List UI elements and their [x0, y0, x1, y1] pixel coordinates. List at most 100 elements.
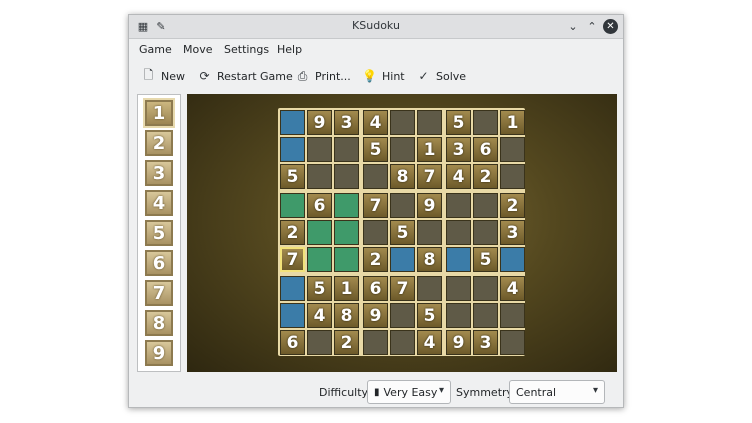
sudoku-cell[interactable] — [500, 164, 525, 189]
number-tile-5[interactable]: 5 — [145, 220, 173, 246]
maximize-icon[interactable]: ⌃ — [584, 18, 600, 34]
number-tile-8[interactable]: 8 — [145, 310, 173, 336]
sudoku-cell[interactable]: 3 — [500, 220, 525, 245]
sudoku-cell[interactable]: 7 — [390, 276, 415, 301]
sudoku-cell[interactable] — [500, 247, 525, 272]
sudoku-cell[interactable]: 3 — [473, 330, 498, 355]
sudoku-cell[interactable] — [390, 110, 415, 135]
sudoku-cell[interactable] — [500, 330, 525, 355]
sudoku-cell[interactable]: 5 — [280, 164, 305, 189]
number-tile-4[interactable]: 4 — [145, 190, 173, 216]
sudoku-cell[interactable] — [473, 220, 498, 245]
sudoku-cell[interactable]: 4 — [307, 303, 332, 328]
sudoku-cell[interactable] — [280, 110, 305, 135]
sudoku-cell[interactable]: 7 — [363, 193, 388, 218]
menu-game[interactable]: Game — [139, 43, 172, 56]
sudoku-cell[interactable] — [280, 137, 305, 162]
sudoku-cell[interactable] — [390, 330, 415, 355]
sudoku-cell[interactable]: 3 — [334, 110, 359, 135]
sudoku-cell[interactable] — [307, 164, 332, 189]
sudoku-cell[interactable] — [446, 247, 471, 272]
sudoku-cell[interactable]: 6 — [280, 330, 305, 355]
sudoku-cell[interactable]: 9 — [446, 330, 471, 355]
sudoku-cell[interactable] — [363, 330, 388, 355]
sudoku-cell[interactable] — [417, 110, 442, 135]
sudoku-cell[interactable] — [280, 193, 305, 218]
sudoku-cell[interactable] — [334, 247, 359, 272]
sudoku-cell[interactable] — [417, 276, 442, 301]
sudoku-cell[interactable] — [417, 220, 442, 245]
sudoku-cell[interactable] — [446, 276, 471, 301]
sudoku-cell[interactable] — [334, 164, 359, 189]
sudoku-cell[interactable]: 1 — [417, 137, 442, 162]
sudoku-cell[interactable] — [334, 193, 359, 218]
sudoku-cell[interactable]: 5 — [446, 110, 471, 135]
minimize-icon[interactable]: ⌄ — [565, 18, 581, 34]
sudoku-cell[interactable] — [473, 276, 498, 301]
sudoku-cell[interactable]: 2 — [334, 330, 359, 355]
sudoku-cell[interactable] — [307, 220, 332, 245]
print-button[interactable]: ⎙ Print... — [295, 67, 351, 85]
sudoku-cell[interactable]: 2 — [280, 220, 305, 245]
sudoku-cell[interactable]: 6 — [307, 193, 332, 218]
sudoku-cell[interactable] — [446, 193, 471, 218]
sudoku-cell[interactable]: 5 — [390, 220, 415, 245]
sudoku-cell[interactable]: 8 — [417, 247, 442, 272]
sudoku-cell[interactable] — [307, 247, 332, 272]
sudoku-cell[interactable] — [363, 164, 388, 189]
number-tile-6[interactable]: 6 — [145, 250, 173, 276]
sudoku-cell[interactable] — [280, 303, 305, 328]
symmetry-select[interactable]: Central ▾ — [509, 380, 605, 404]
sudoku-cell[interactable]: 9 — [417, 193, 442, 218]
sudoku-cell[interactable] — [390, 137, 415, 162]
difficulty-select[interactable]: ▮ Very Easy ▾ — [367, 380, 451, 404]
sudoku-cell[interactable]: 2 — [500, 193, 525, 218]
sudoku-cell[interactable]: 5 — [417, 303, 442, 328]
number-tile-1[interactable]: 1 — [143, 98, 175, 128]
sudoku-cell[interactable] — [390, 303, 415, 328]
number-tile-2[interactable]: 2 — [145, 130, 173, 156]
sudoku-cell[interactable]: 1 — [334, 276, 359, 301]
sudoku-cell[interactable]: 6 — [363, 276, 388, 301]
sudoku-cell[interactable] — [473, 193, 498, 218]
menu-settings[interactable]: Settings — [224, 43, 269, 56]
sudoku-cell[interactable] — [363, 220, 388, 245]
sudoku-cell[interactable]: 7 — [280, 247, 305, 272]
restart-game-button[interactable]: ⟳ Restart Game — [197, 67, 292, 85]
sudoku-cell[interactable]: 4 — [446, 164, 471, 189]
sudoku-cell[interactable] — [334, 220, 359, 245]
sudoku-cell[interactable]: 4 — [500, 276, 525, 301]
close-icon[interactable]: ✕ — [603, 19, 618, 34]
menu-help[interactable]: Help — [277, 43, 302, 56]
sudoku-cell[interactable]: 9 — [363, 303, 388, 328]
sudoku-cell[interactable]: 3 — [446, 137, 471, 162]
sudoku-cell[interactable]: 5 — [363, 137, 388, 162]
sudoku-cell[interactable]: 2 — [363, 247, 388, 272]
sudoku-cell[interactable] — [390, 247, 415, 272]
sudoku-cell[interactable] — [500, 303, 525, 328]
sudoku-cell[interactable]: 4 — [363, 110, 388, 135]
sudoku-cell[interactable] — [307, 137, 332, 162]
number-tile-3[interactable]: 3 — [145, 160, 173, 186]
sudoku-cell[interactable]: 6 — [473, 137, 498, 162]
sudoku-cell[interactable] — [500, 137, 525, 162]
sudoku-cell[interactable] — [307, 330, 332, 355]
sudoku-cell[interactable] — [473, 110, 498, 135]
sudoku-cell[interactable]: 7 — [417, 164, 442, 189]
sudoku-cell[interactable] — [446, 303, 471, 328]
sudoku-cell[interactable]: 8 — [334, 303, 359, 328]
sudoku-cell[interactable] — [334, 137, 359, 162]
solve-button[interactable]: ✓ Solve — [416, 67, 466, 85]
sudoku-cell[interactable]: 9 — [307, 110, 332, 135]
new-button[interactable]: 🗋 New — [141, 67, 185, 85]
hint-button[interactable]: 💡 Hint — [362, 67, 405, 85]
number-tile-7[interactable]: 7 — [145, 280, 173, 306]
sudoku-cell[interactable]: 5 — [307, 276, 332, 301]
number-tile-9[interactable]: 9 — [145, 340, 173, 366]
sudoku-cell[interactable]: 1 — [500, 110, 525, 135]
sudoku-cell[interactable]: 5 — [473, 247, 498, 272]
sudoku-cell[interactable]: 2 — [473, 164, 498, 189]
sudoku-cell[interactable]: 4 — [417, 330, 442, 355]
menu-move[interactable]: Move — [183, 43, 213, 56]
sudoku-cell[interactable]: 8 — [390, 164, 415, 189]
